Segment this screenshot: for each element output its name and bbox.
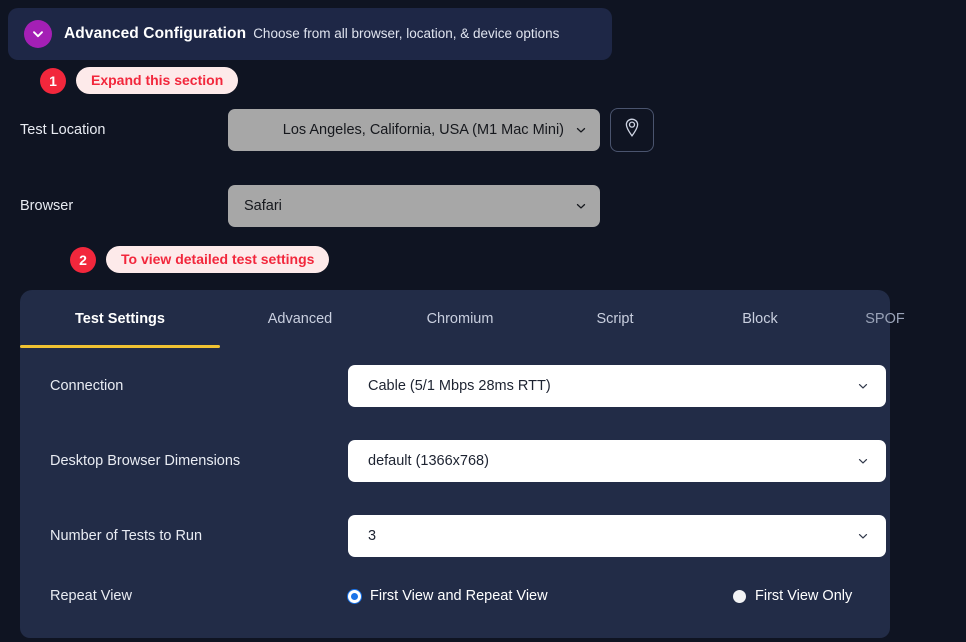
tab-label: Script — [596, 311, 634, 327]
chevron-down-icon — [574, 199, 588, 213]
number-of-tests-row: Number of Tests to Run 3 — [50, 515, 886, 557]
browser-select[interactable]: Safari — [228, 185, 600, 227]
tab-label: Advanced — [267, 311, 333, 327]
radio-indicator-unselected[interactable] — [733, 589, 746, 603]
test-location-value: Los Angeles, California, USA (M1 Mac Min… — [282, 122, 564, 138]
number-of-tests-label: Number of Tests to Run — [50, 528, 203, 544]
browser-label: Browser — [20, 198, 74, 214]
chevron-down-icon — [574, 123, 588, 137]
chevron-down-icon — [856, 454, 870, 468]
tab-label: Chromium — [426, 311, 494, 327]
tab-label: Test Settings — [75, 311, 165, 327]
desktop-browser-dimensions-select[interactable]: default (1366x768) — [348, 440, 886, 482]
tab-block[interactable]: Block — [690, 290, 830, 348]
tab-label: Block — [742, 311, 778, 327]
annotation-label: Expand this section — [76, 67, 239, 94]
map-pin-icon — [622, 117, 642, 144]
connection-value: Cable (5/1 Mbps 28ms RTT) — [368, 378, 551, 394]
tab-script[interactable]: Script — [540, 290, 690, 348]
repeat-view-label: Repeat View — [50, 588, 132, 604]
browser-row: Browser Safari — [20, 185, 600, 227]
annotation-label: To view detailed test settings — [106, 246, 330, 273]
repeat-view-radio-group: First View and Repeat View First View On… — [348, 588, 886, 604]
chevron-down-icon[interactable] — [24, 20, 52, 48]
radio-indicator-selected[interactable] — [348, 589, 361, 603]
map-pin-button[interactable] — [610, 108, 654, 152]
advanced-configuration-title-group: Advanced Configuration Choose from all b… — [64, 25, 559, 43]
connection-label: Connection — [50, 378, 124, 394]
settings-tabbar: Test Settings Advanced Chromium Script B… — [20, 290, 966, 348]
connection-row: Connection Cable (5/1 Mbps 28ms RTT) — [50, 365, 886, 407]
desktop-browser-dimensions-value: default (1366x768) — [368, 453, 489, 469]
tab-spof[interactable]: SPOF — [830, 290, 940, 348]
annotation-callout-2: 2 To view detailed test settings — [70, 246, 330, 273]
page-title: Advanced Configuration — [64, 25, 247, 42]
tab-test-settings[interactable]: Test Settings — [20, 290, 220, 348]
number-of-tests-select[interactable]: 3 — [348, 515, 886, 557]
radio-label: First View Only — [755, 588, 853, 604]
connection-select[interactable]: Cable (5/1 Mbps 28ms RTT) — [348, 365, 886, 407]
chevron-down-icon — [856, 379, 870, 393]
desktop-browser-dimensions-row: Desktop Browser Dimensions default (1366… — [50, 440, 886, 482]
repeat-view-row: Repeat View First View and Repeat View F… — [50, 588, 886, 604]
advanced-configuration-header[interactable]: Advanced Configuration Choose from all b… — [8, 8, 612, 60]
chevron-down-icon — [856, 529, 870, 543]
annotation-badge-number: 2 — [70, 246, 96, 273]
annotation-badge-number: 1 — [40, 67, 66, 94]
page-subtitle: Choose from all browser, location, & dev… — [253, 26, 560, 41]
test-location-label: Test Location — [20, 122, 106, 138]
test-location-row: Test Location Los Angeles, California, U… — [20, 108, 654, 152]
tab-chromium[interactable]: Chromium — [380, 290, 540, 348]
tab-advanced[interactable]: Advanced — [220, 290, 380, 348]
test-location-select[interactable]: Los Angeles, California, USA (M1 Mac Min… — [228, 109, 600, 151]
radio-label: First View and Repeat View — [370, 588, 548, 604]
radio-first-view-only[interactable]: First View Only — [733, 588, 852, 604]
radio-first-view-and-repeat-view[interactable]: First View and Repeat View — [348, 588, 733, 604]
browser-value: Safari — [244, 198, 282, 214]
annotation-callout-1: 1 Expand this section — [40, 67, 239, 94]
active-tab-indicator — [20, 345, 220, 348]
number-of-tests-value: 3 — [368, 528, 377, 544]
tab-label: SPOF — [865, 311, 905, 327]
desktop-browser-dimensions-label: Desktop Browser Dimensions — [50, 453, 241, 469]
